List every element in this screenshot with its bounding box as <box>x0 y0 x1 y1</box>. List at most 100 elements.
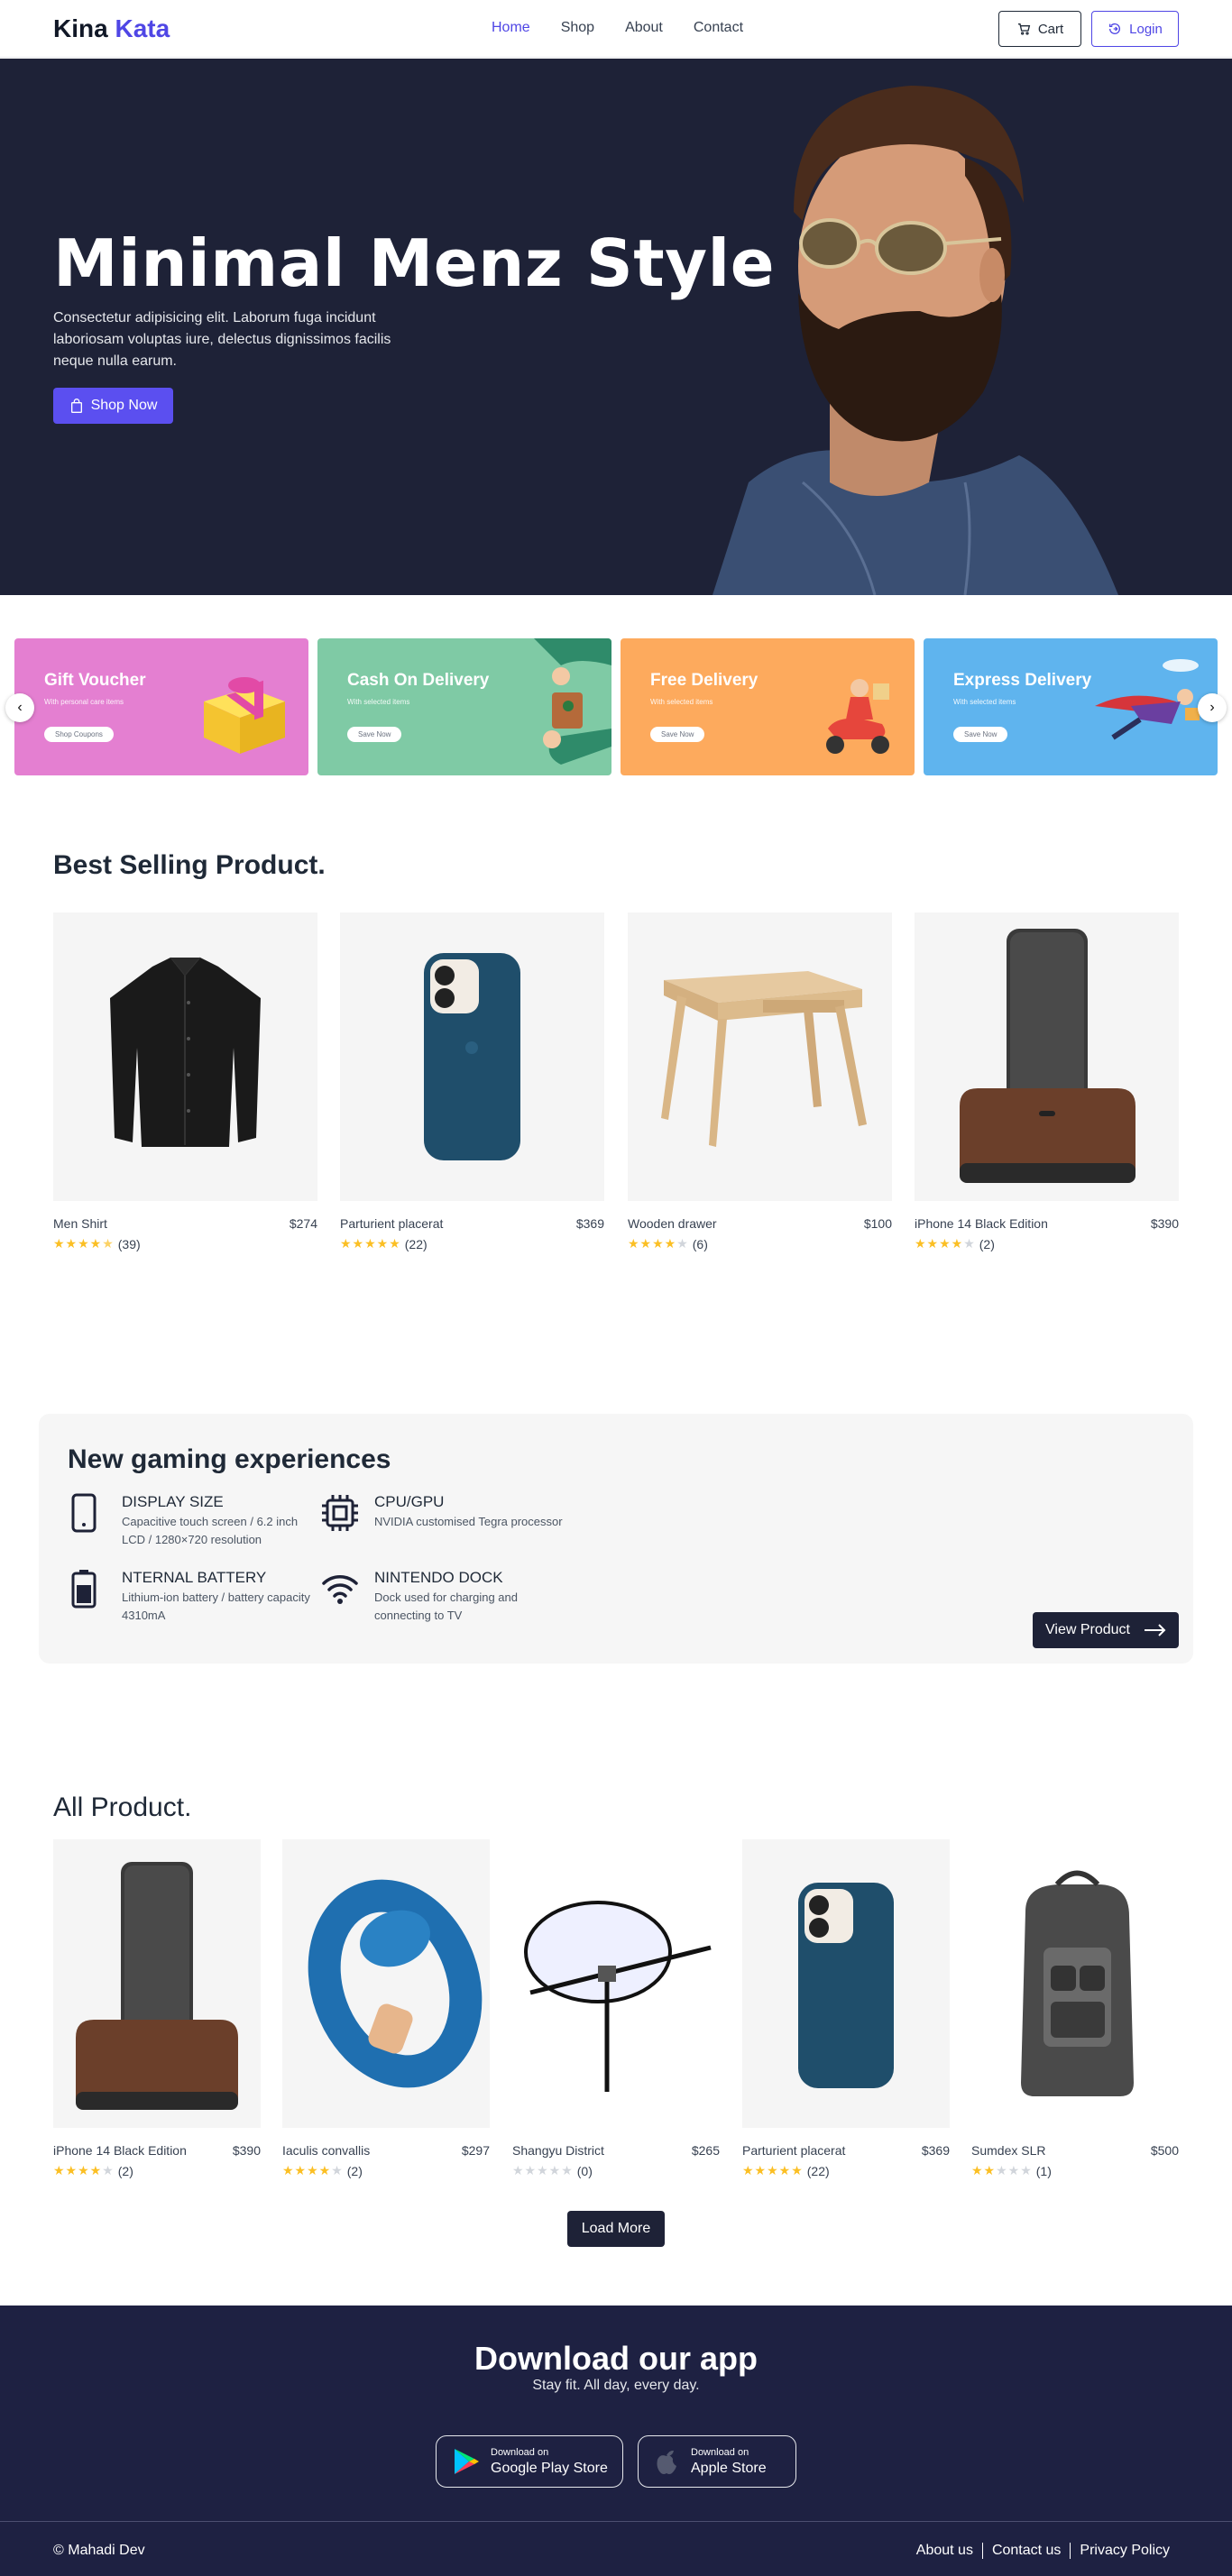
footer-link-privacy[interactable]: Privacy Policy <box>1070 2543 1179 2559</box>
product-name[interactable]: Shangyu District <box>512 2143 604 2158</box>
gaming-title: New gaming experiences <box>68 1444 391 1474</box>
chevron-right-icon: › <box>1209 700 1215 715</box>
load-more-button[interactable]: Load More <box>567 2211 665 2247</box>
login-label: Login <box>1129 21 1163 37</box>
star-rating: ★★★★★ <box>742 2163 804 2177</box>
hero-banner: Minimal Menz Style Consectetur adipisici… <box>0 59 1232 595</box>
nav-link-home[interactable]: Home <box>492 20 530 36</box>
promo-title: Gift Voucher <box>44 671 146 690</box>
promo-button[interactable]: Save Now <box>347 727 402 742</box>
product-price: $265 <box>691 2143 720 2158</box>
google-play-button[interactable]: Download on Google Play Store <box>436 2435 623 2488</box>
promo-next-button[interactable]: › <box>1198 693 1227 722</box>
phone-icon <box>71 1493 97 1533</box>
promo-button[interactable]: Save Now <box>650 727 705 742</box>
bag-icon <box>70 399 82 413</box>
product-rating: ★★★★★ (2) <box>915 1236 995 1251</box>
promo-prev-button[interactable]: ‹ <box>5 693 34 722</box>
product-price: $369 <box>575 1216 604 1231</box>
product-image-parturient-placerat[interactable] <box>742 1839 950 2128</box>
gaming-feature-panel: New gaming experiences DISPLAY SIZE Capa… <box>39 1414 1193 1664</box>
backpack-image <box>1021 1870 1134 2096</box>
shop-now-button[interactable]: Shop Now <box>53 388 173 424</box>
product-price: $500 <box>1150 2143 1179 2158</box>
feature-desc: Capacitive touch screen / 6.2 inch LCD /… <box>122 1515 299 1546</box>
nav-link-contact[interactable]: Contact <box>694 20 743 36</box>
phone-case-image <box>424 953 520 1160</box>
login-button[interactable]: Login <box>1091 11 1179 47</box>
review-count: (39) <box>117 1236 141 1251</box>
feature-title: NTERNAL BATTERY <box>122 1569 267 1586</box>
store-small-label: Download on <box>491 2446 549 2458</box>
product-name[interactable]: Sumdex SLR <box>971 2143 1045 2158</box>
phone-dock-image <box>76 1862 238 2110</box>
download-title: Download our app <box>474 2340 758 2377</box>
wifi-icon <box>322 1575 358 1604</box>
nav-link-about[interactable]: About <box>625 20 663 36</box>
product-name[interactable]: Men Shirt <box>53 1216 107 1231</box>
product-image-sumdex-slr[interactable] <box>971 1839 1179 2128</box>
brand-logo[interactable]: Kina Kata <box>53 14 170 43</box>
star-rating: ★★★★★ <box>628 1236 689 1251</box>
product-name[interactable]: Wooden drawer <box>628 1216 717 1231</box>
chevron-left-icon: ‹ <box>17 700 23 715</box>
nav-link-shop[interactable]: Shop <box>561 20 594 36</box>
product-price: $390 <box>232 2143 261 2158</box>
cart-label: Cart <box>1037 21 1064 37</box>
star-rating: ★★★★★ <box>340 1236 401 1251</box>
view-product-button[interactable]: View Product <box>1033 1612 1179 1648</box>
product-rating: ★★★★★ (22) <box>340 1236 428 1251</box>
feature-title: DISPLAY SIZE <box>122 1493 224 1510</box>
promo-card-free-delivery[interactable]: Free Delivery With selected items Save N… <box>621 638 915 775</box>
product-image-iphone-14-black[interactable] <box>53 1839 261 2128</box>
review-count: (22) <box>404 1236 428 1251</box>
all-products-title: All Product. <box>53 1792 192 1822</box>
feature-desc: Lithium-ion battery / battery capacity 4… <box>122 1591 310 1622</box>
product-image-iphone-14-black[interactable] <box>915 912 1179 1201</box>
promo-card-cash-on-delivery[interactable]: Cash On Delivery With selected items Sav… <box>317 638 611 775</box>
promo-button[interactable]: Save Now <box>953 727 1008 742</box>
product-image-shangyu-district[interactable] <box>512 1839 720 2128</box>
product-name[interactable]: Parturient placerat <box>742 2143 845 2158</box>
product-image-men-shirt[interactable] <box>53 912 317 1201</box>
footer-link-contact[interactable]: Contact us <box>981 2543 1070 2559</box>
product-name[interactable]: iPhone 14 Black Edition <box>915 1216 1048 1231</box>
cpu-icon <box>322 1495 358 1531</box>
shop-now-label: Shop Now <box>90 398 158 413</box>
footer-links: About us Contact us Privacy Policy <box>907 2543 1179 2559</box>
store-small-label: Download on <box>691 2446 749 2458</box>
promo-card-express-delivery[interactable]: Express Delivery With selected items Sav… <box>924 638 1218 775</box>
product-name[interactable]: iPhone 14 Black Edition <box>53 2143 187 2158</box>
promo-subtitle: With selected items <box>347 698 410 706</box>
scooter-rider-icon <box>826 679 889 754</box>
cart-button[interactable]: Cart <box>998 11 1081 47</box>
promo-card-gift-voucher[interactable]: Gift Voucher With personal care items Sh… <box>14 638 308 775</box>
promo-title: Free Delivery <box>650 671 759 690</box>
feature-desc: Dock used for charging and connecting to… <box>374 1591 518 1622</box>
login-icon <box>1109 23 1121 34</box>
review-count: (22) <box>806 2163 830 2178</box>
smartwatch-image <box>308 1879 483 2088</box>
product-image-wooden-drawer[interactable] <box>628 912 892 1201</box>
product-image-iaculis-convallis[interactable] <box>282 1839 490 2128</box>
review-count: (2) <box>346 2163 363 2178</box>
light-reflector-image <box>524 1901 712 2092</box>
product-name[interactable]: Parturient placerat <box>340 1216 443 1231</box>
promo-button[interactable]: Shop Coupons <box>44 727 114 742</box>
star-rating: ★★★★★ <box>512 2163 574 2177</box>
product-price: $100 <box>863 1216 892 1231</box>
review-count: (1) <box>1035 2163 1052 2178</box>
feature-title: CPU/GPU <box>374 1493 445 1510</box>
top-navbar: Kina Kata Home Shop About Contact Cart L… <box>0 0 1232 58</box>
product-rating: ★★★★★ (2) <box>282 2163 363 2178</box>
footer-divider <box>0 2521 1232 2522</box>
product-rating: ★★★★★ (1) <box>971 2163 1052 2178</box>
footer-link-about[interactable]: About us <box>907 2543 982 2559</box>
apple-store-button[interactable]: Download on Apple Store <box>638 2435 796 2488</box>
product-image-parturient-placerat[interactable] <box>340 912 604 1201</box>
review-count: (2) <box>979 1236 995 1251</box>
download-tagline: Stay fit. All day, every day. <box>532 2378 700 2393</box>
star-rating: ★★★★★ <box>282 2163 344 2177</box>
store-large-label: Apple Store <box>691 2460 767 2476</box>
product-name[interactable]: Iaculis convallis <box>282 2143 370 2158</box>
